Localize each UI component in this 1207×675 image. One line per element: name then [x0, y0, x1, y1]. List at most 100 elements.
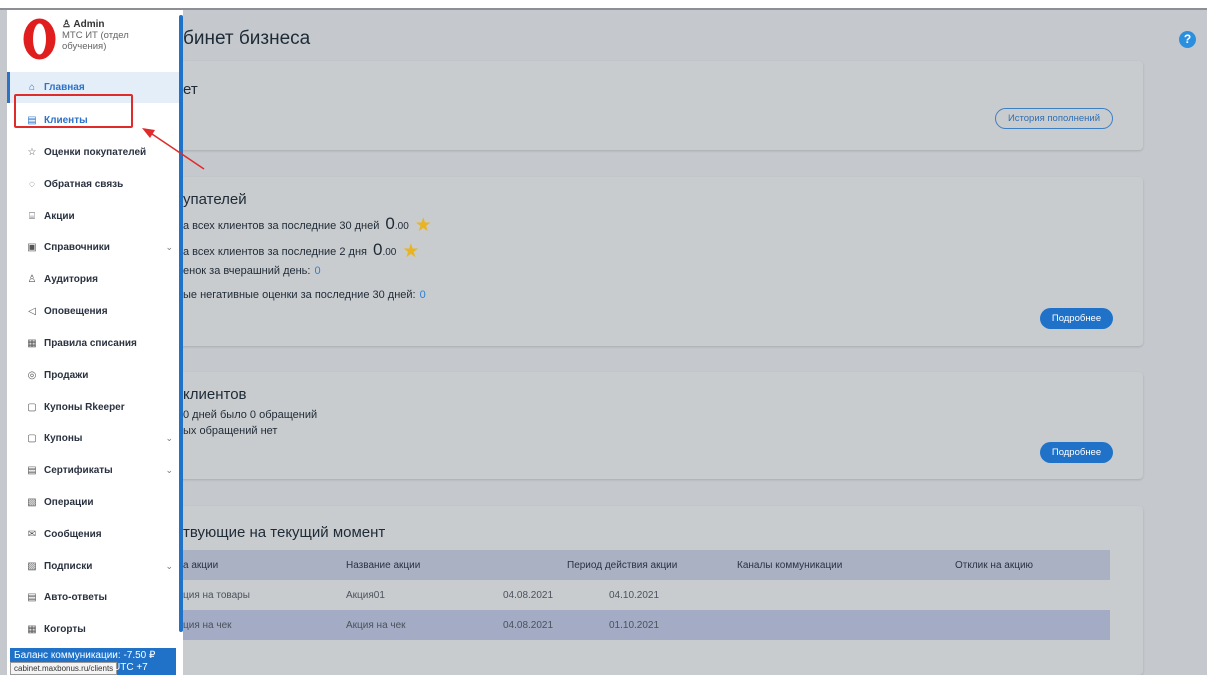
feedback-card-title: клиентов [183, 386, 247, 403]
table-header: а акции Название акции Период действия а… [173, 550, 1110, 580]
sidebar-item-13[interactable]: ▤ Сертификаты ⌄ [7, 455, 183, 486]
sidebar-item-label: Главная [44, 82, 85, 93]
balance-card-title: ет [183, 81, 198, 98]
ratings-card: упателей а всех клиентов за последние 30… [150, 177, 1143, 346]
sidebar-item-label: Сообщения [44, 529, 102, 540]
balance-text: Баланс коммуникации: -7.50 ₽ [14, 650, 156, 661]
feedback-line-2: ых обращений нет [183, 425, 278, 437]
chevron-down-icon[interactable]: ⌄ [165, 242, 173, 253]
table-row-partial [173, 640, 1110, 652]
sidebar-scrollbar[interactable] [179, 15, 183, 632]
sidebar-item-12[interactable]: ▢ Купоны ⌄ [7, 423, 183, 454]
book-icon: ▣ [27, 242, 37, 253]
user-org: МТС ИТ (отдел [62, 30, 129, 41]
chevron-down-icon[interactable]: ⌄ [165, 561, 173, 572]
rating-2-days-value: 0.00 [372, 240, 397, 259]
sidebar-item-label: Сертификаты [44, 465, 113, 476]
page-title: бинет бизнеса [183, 28, 311, 49]
rules-icon: ▦ [27, 338, 37, 349]
sidebar-item-label: Акции [44, 211, 75, 222]
help-icon[interactable]: ? [1179, 31, 1196, 48]
sidebar-item-8[interactable]: ◁ Оповещения [7, 296, 183, 327]
sidebar-item-label: Операции [44, 497, 94, 508]
sidebar-header: ♙ Admin МТС ИТ (отдел обучения) [7, 10, 183, 62]
sidebar-item-label: Оповещения [44, 306, 108, 317]
feedback-more-button[interactable]: Подробнее [1040, 442, 1113, 463]
rating-2-days: а всех клиентов за последние 2 дня 0.00 ★ [183, 240, 419, 263]
sidebar-item-label: Авто-ответы [44, 592, 108, 603]
sidebar-item-label: Обратная связь [44, 179, 124, 190]
star-icon: ★ [402, 241, 420, 262]
status-url: cabinet.maxbonus.ru/clients [10, 662, 118, 675]
sidebar-item-10[interactable]: ◎ Продажи [7, 360, 183, 391]
sidebar-item-label: Продажи [44, 370, 89, 381]
sidebar-item-label: Оценки покупателей [44, 147, 147, 158]
chevron-down-icon[interactable]: ⌄ [165, 433, 173, 444]
notify-icon: ◁ [28, 306, 36, 317]
feedback-card: клиентов 0 дней было 0 обращений ых обра… [150, 372, 1143, 479]
autoreply-icon: ▤ [27, 592, 37, 603]
sidebar-item-15[interactable]: ✉ Сообщения [7, 519, 183, 550]
sidebar-item-14[interactable]: ▧ Операции [7, 487, 183, 518]
sidebar-item-7[interactable]: ♙ Аудитория [7, 264, 183, 295]
star-icon: ☆ [27, 147, 37, 158]
chat-icon: ◌ [29, 179, 35, 190]
sidebar-item-16[interactable]: ▨ Подписки ⌄ [7, 551, 183, 582]
negative-ratings-link[interactable]: 0 [420, 289, 426, 301]
sidebar-item-label: Купоны [44, 433, 83, 444]
sidebar-item-label: Правила списания [44, 338, 137, 349]
balance-card: ет История пополнений [150, 61, 1143, 150]
audience-icon: ♙ [27, 274, 37, 285]
highlight-box [14, 94, 133, 128]
sidebar-item-label: Купоны Rkeeper [44, 402, 125, 413]
opera-logo-icon [23, 18, 56, 60]
sidebar-item-5[interactable]: ⌸ Акции [7, 201, 183, 232]
sidebar-item-9[interactable]: ▦ Правила списания [7, 328, 183, 359]
feedback-line-1: 0 дней было 0 обращений [183, 409, 318, 421]
sidebar-item-label: Аудитория [44, 274, 98, 285]
col-response[interactable]: Отклик на акцию [955, 560, 1033, 571]
coupon-rkeeper-icon: ▢ [27, 402, 37, 413]
history-button[interactable]: История пополнений [994, 108, 1113, 129]
home-icon: ⌂ [28, 82, 36, 93]
subscription-icon: ▨ [27, 561, 37, 572]
sidebar-item-label: Когорты [44, 624, 86, 635]
sidebar: ♙ Admin МТС ИТ (отдел обучения) ⌂ Главная… [7, 10, 183, 675]
negative-ratings: ые негативные оценки за последние 30 дне… [183, 289, 426, 301]
user-icon: ♙ [62, 19, 74, 30]
operations-icon: ▧ [27, 497, 37, 508]
sidebar-item-3[interactable]: ☆ Оценки покупателей [7, 137, 183, 168]
sidebar-item-label: Справочники [44, 242, 110, 253]
sidebar-item-4[interactable]: ◌ Обратная связь [7, 169, 183, 200]
promotions-card-title: твующие на текущий момент [183, 524, 386, 541]
sidebar-item-label: Подписки [44, 561, 93, 572]
user-info[interactable]: ♙ Admin МТС ИТ (отдел обучения) [62, 19, 129, 52]
table-row[interactable]: ция на чек Акция на чек 04.08.2021 01.10… [173, 610, 1110, 640]
sidebar-item-11[interactable]: ▢ Купоны Rkeeper [7, 392, 183, 423]
rating-30-days-value: 0.00 [385, 214, 409, 233]
sales-icon: ◎ [27, 370, 37, 381]
col-name[interactable]: Название акции [346, 560, 420, 571]
col-channels[interactable]: Каналы коммуникации [737, 560, 842, 571]
col-period[interactable]: Период действия акции [567, 560, 677, 571]
mail-icon: ✉ [27, 529, 37, 540]
ratings-more-button[interactable]: Подробнее [1040, 308, 1113, 329]
col-type[interactable]: а акции [183, 560, 218, 571]
top-strip [0, 0, 1207, 10]
sidebar-item-17[interactable]: ▤ Авто-ответы [7, 582, 183, 613]
promotions-table: а акции Название акции Период действия а… [173, 550, 1110, 652]
timezone-label: UTC +7 [113, 662, 148, 673]
sidebar-item-6[interactable]: ▣ Справочники ⌄ [7, 232, 183, 263]
cohort-icon: ▦ [27, 624, 37, 635]
star-icon: ★ [414, 215, 432, 236]
ratings-yesterday-link[interactable]: 0 [314, 265, 320, 277]
ratings-card-title: упателей [183, 191, 247, 208]
user-org-2: обучения) [62, 41, 107, 52]
rating-30-days-label: а всех клиентов за последние 30 дней [183, 220, 380, 232]
rating-30-days: а всех клиентов за последние 30 дней 0.00… [183, 214, 432, 237]
table-row[interactable]: ция на товары Акция01 04.08.2021 04.10.2… [173, 580, 1110, 610]
chevron-down-icon[interactable]: ⌄ [165, 465, 173, 476]
sidebar-item-18[interactable]: ▦ Когорты [7, 614, 183, 645]
promotions-card: твующие на текущий момент а акции Назван… [150, 506, 1143, 675]
ratings-yesterday: енок за вчерашний день: 0 [183, 265, 321, 277]
